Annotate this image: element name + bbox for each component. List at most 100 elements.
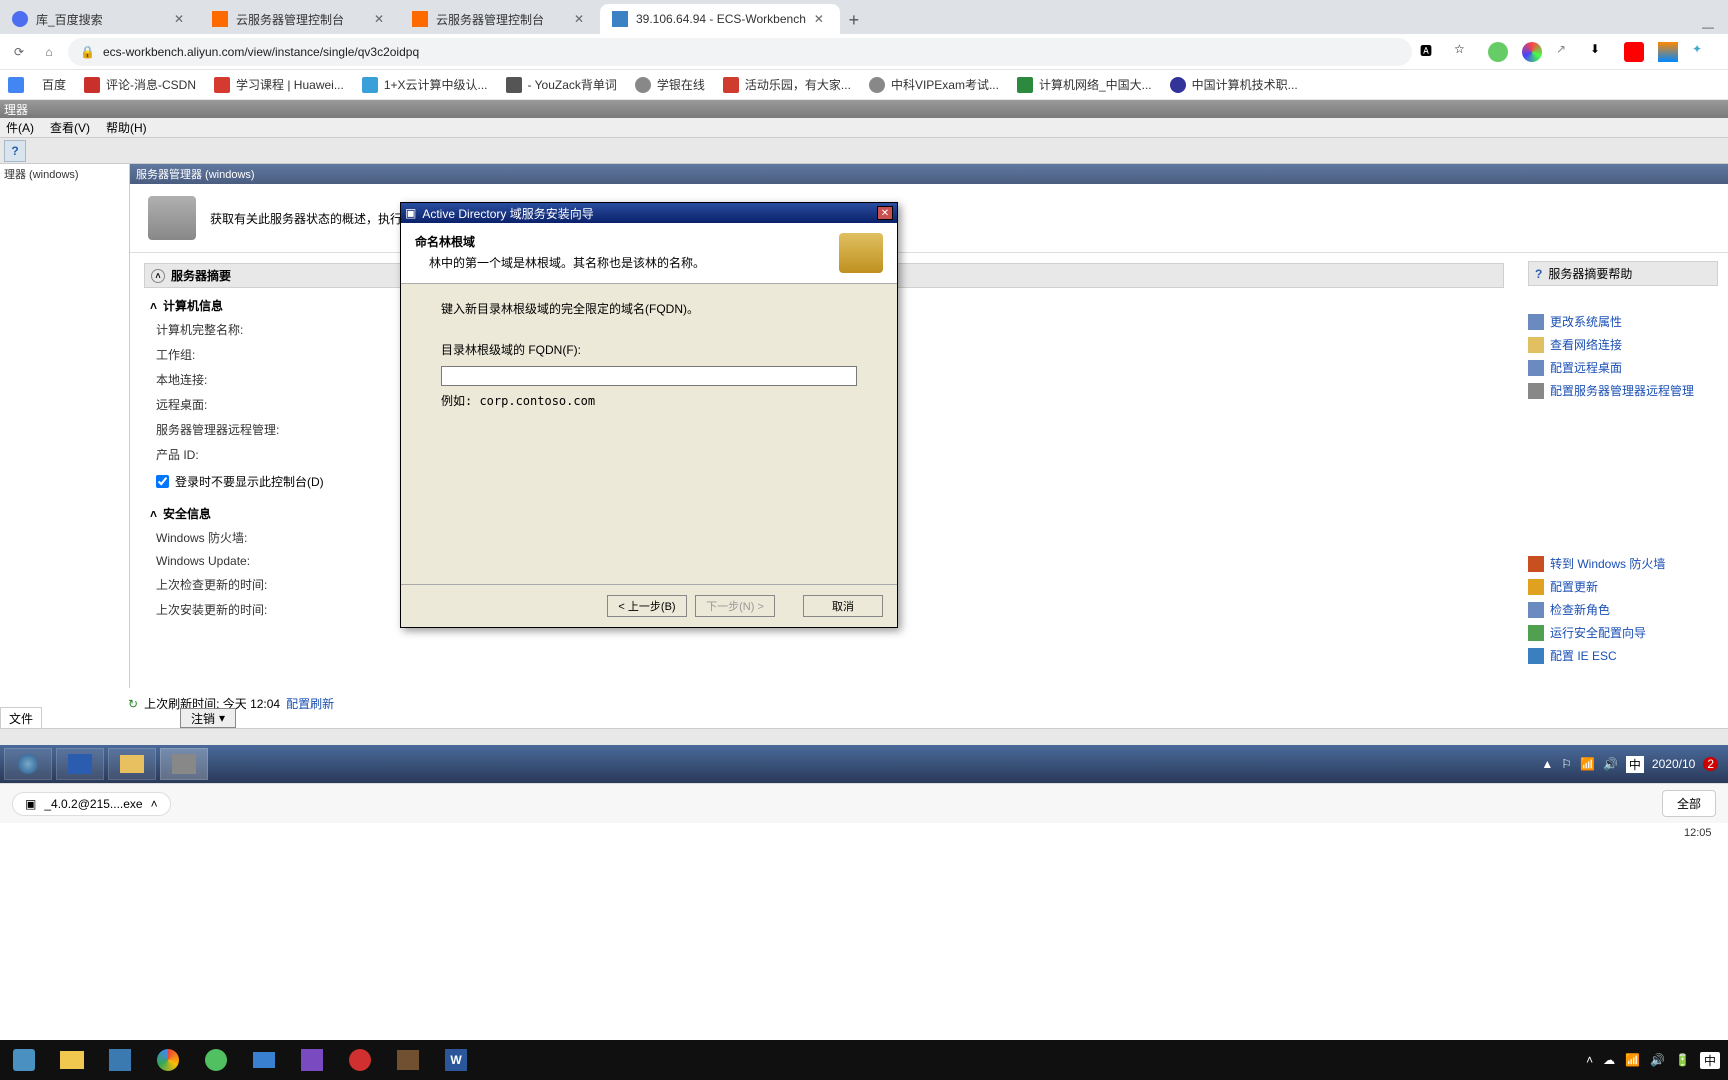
close-icon[interactable]: ✕ [877, 206, 893, 220]
ext-icon-3[interactable]: ↗ [1556, 42, 1576, 62]
file-icon: ▣ [25, 797, 36, 811]
taskbar-edge[interactable] [192, 1040, 240, 1080]
close-icon[interactable]: ✕ [814, 12, 828, 26]
taskbar-app2[interactable] [240, 1040, 288, 1080]
tab-1[interactable]: 云服务器管理控制台 ✕ [200, 4, 400, 34]
show-all-downloads[interactable]: 全部 [1662, 790, 1716, 817]
link-remote-mgmt[interactable]: 配置服务器管理器远程管理 [1528, 379, 1718, 402]
link-firewall[interactable]: 转到 Windows 防火墙 [1528, 552, 1718, 575]
ext-icon-2[interactable] [1522, 42, 1542, 62]
chevron-up-icon: ˄ [151, 269, 165, 283]
firewall-icon [1528, 556, 1544, 572]
tray-icon[interactable]: 🔋 [1675, 1053, 1690, 1067]
download-item[interactable]: ▣ _4.0.2@215....exe ˄ [12, 792, 171, 816]
bookmark-item[interactable]: 中国计算机技术职... [1170, 76, 1298, 93]
bookmarks-bar: 百度 评论-消息-CSDN 学习课程 | Huawei... 1+X云计算中级认… [0, 70, 1728, 100]
taskbar-app4[interactable] [384, 1040, 432, 1080]
bookmark-item[interactable]: 活动乐园，有大家... [723, 76, 851, 93]
youtube-icon[interactable] [1624, 42, 1644, 62]
tray-icon[interactable]: 📶 [1625, 1053, 1640, 1067]
close-icon[interactable]: ✕ [574, 12, 588, 26]
cancel-button[interactable]: 取消 [803, 595, 883, 617]
star-icon[interactable]: ☆ [1454, 42, 1474, 62]
ime-indicator[interactable]: 中 [1700, 1052, 1720, 1069]
menu-file[interactable]: 件(A) [6, 119, 34, 136]
url-input[interactable]: 🔒 ecs-workbench.aliyun.com/view/instance… [68, 38, 1412, 66]
bookmark-item[interactable]: 百度 [42, 76, 66, 93]
taskbar-explorer[interactable] [108, 748, 156, 780]
computer-icon [1528, 314, 1544, 330]
wizard-heading: 命名林根域 [415, 233, 829, 250]
ime-icon[interactable]: 中 [1626, 756, 1644, 773]
new-tab-button[interactable]: + [840, 6, 868, 34]
start-button[interactable] [4, 748, 52, 780]
remote-tray: ▲ ⚐ 📶 🔊 中 2020/10 2 [1541, 756, 1724, 773]
remote-icon [1528, 360, 1544, 376]
close-icon[interactable]: ✕ [374, 12, 388, 26]
help-button[interactable]: ? [4, 140, 26, 162]
taskbar-server-manager[interactable] [160, 748, 208, 780]
taskbar-explorer[interactable] [48, 1040, 96, 1080]
tree-item[interactable]: 理器 (windows) [0, 164, 129, 184]
flag-icon[interactable]: ⚐ [1561, 757, 1572, 771]
link-roles[interactable]: 检查新角色 [1528, 598, 1718, 621]
fqdn-input[interactable] [441, 366, 857, 386]
taskbar-chrome[interactable] [144, 1040, 192, 1080]
bookmark-item[interactable]: - YouZack背单词 [506, 76, 617, 93]
refresh-link[interactable]: 配置刷新 [286, 695, 334, 712]
ext-icon-4[interactable] [1658, 42, 1678, 62]
tab-0[interactable]: 库_百度搜索 ✕ [0, 4, 200, 34]
taskbar-powershell[interactable] [56, 748, 104, 780]
tray-icon[interactable]: ☁ [1603, 1053, 1615, 1067]
chevron-up-icon[interactable]: ˄ [151, 797, 158, 811]
bookmark-item[interactable]: 计算机网络_中国大... [1017, 76, 1152, 93]
link-network[interactable]: 查看网络连接 [1528, 333, 1718, 356]
help-header[interactable]: ?服务器摘要帮助 [1528, 261, 1718, 286]
taskbar-word[interactable]: W [432, 1040, 480, 1080]
chevron-up-icon: ˄ [150, 299, 157, 313]
fqdn-hint: 例如: corp.contoso.com [441, 392, 857, 409]
tray-icon[interactable]: 🔊 [1650, 1053, 1665, 1067]
tray-chevron-icon[interactable]: ˄ [1586, 1053, 1593, 1067]
tab-3-active[interactable]: 39.106.64.94 - ECS-Workbench ✕ [600, 4, 840, 34]
bookmark-item[interactable]: 中科VIPExam考试... [869, 76, 999, 93]
bookmark-item[interactable]: 学银在线 [635, 76, 705, 93]
taskbar-app3[interactable] [288, 1040, 336, 1080]
close-icon[interactable]: ✕ [174, 12, 188, 26]
ext-icon-5[interactable]: ✦ [1692, 42, 1712, 62]
taskbar-settings[interactable] [96, 1040, 144, 1080]
tab-2[interactable]: 云服务器管理控制台 ✕ [400, 4, 600, 34]
apps-button[interactable] [8, 77, 24, 93]
dialog-title-bar[interactable]: ▣ Active Directory 域服务安装向导 ✕ [401, 203, 897, 223]
horizontal-scrollbar[interactable] [0, 728, 1728, 745]
back-button[interactable]: < 上一步(B) [607, 595, 687, 617]
network-icon [1528, 337, 1544, 353]
link-remote-desktop[interactable]: 配置远程桌面 [1528, 356, 1718, 379]
bookmark-item[interactable]: 1+X云计算中级认... [362, 76, 488, 93]
translate-icon[interactable]: 🅰 [1420, 42, 1440, 62]
link-ie-esc[interactable]: 配置 IE ESC [1528, 644, 1718, 667]
link-system-props[interactable]: 更改系统属性 [1528, 310, 1718, 333]
logout-button[interactable]: 注销▾ [180, 708, 236, 728]
link-scw[interactable]: 运行安全配置向导 [1528, 621, 1718, 644]
minimize-icon[interactable]: — [1702, 20, 1714, 34]
menu-help[interactable]: 帮助(H) [106, 119, 147, 136]
bookmark-item[interactable]: 学习课程 | Huawei... [214, 76, 344, 93]
reload-icon[interactable]: ⟳ [8, 41, 30, 63]
menu-view[interactable]: 查看(V) [50, 119, 90, 136]
wizard-subtext: 林中的第一个域是林根域。其名称也是该林的名称。 [415, 254, 829, 271]
window-controls: — [1702, 20, 1728, 34]
checkbox[interactable] [156, 475, 169, 488]
home-icon[interactable]: ⌂ [38, 41, 60, 63]
bookmark-item[interactable]: 评论-消息-CSDN [84, 76, 196, 93]
sound-icon[interactable]: 🔊 [1603, 757, 1618, 771]
tray-icon[interactable]: ▲ [1541, 757, 1553, 771]
taskbar-app[interactable] [0, 1040, 48, 1080]
ad-wizard-dialog: ▣ Active Directory 域服务安装向导 ✕ 命名林根域 林中的第一… [400, 202, 898, 628]
network-icon[interactable]: 📶 [1580, 757, 1595, 771]
taskbar-netease[interactable] [336, 1040, 384, 1080]
download-icon[interactable]: ⬇ [1590, 42, 1610, 62]
ext-icon-1[interactable] [1488, 42, 1508, 62]
link-update[interactable]: 配置更新 [1528, 575, 1718, 598]
tab-title: 云服务器管理控制台 [236, 11, 366, 28]
